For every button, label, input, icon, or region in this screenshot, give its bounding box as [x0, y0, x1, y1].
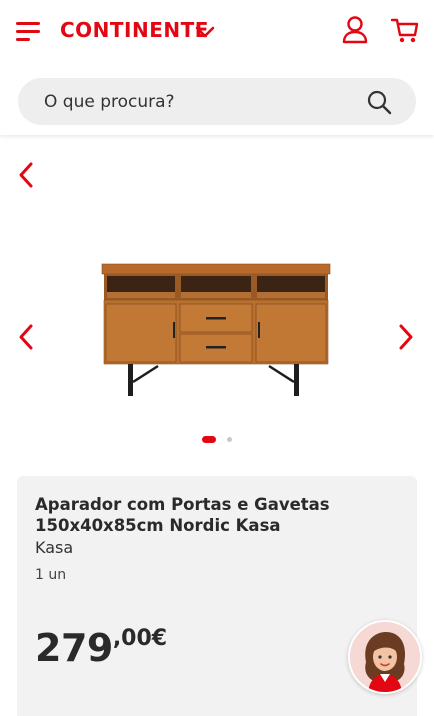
product-price: 279,00€: [35, 626, 167, 670]
sideboard-product-image: [101, 263, 331, 396]
user-icon[interactable]: [340, 15, 370, 45]
brand-logo[interactable]: CONTINENTE: [60, 18, 209, 42]
cart-icon[interactable]: [390, 15, 420, 45]
assistant-avatar-icon: [350, 622, 420, 692]
product-quantity: 1 un: [35, 567, 67, 583]
chevron-right-icon[interactable]: [392, 322, 418, 352]
product-brand[interactable]: Kasa: [35, 538, 73, 557]
assistant-avatar[interactable]: [348, 620, 422, 694]
search-bar: [18, 78, 416, 125]
chevron-left-icon[interactable]: [14, 322, 40, 352]
search-icon[interactable]: [366, 89, 392, 115]
price-decimal: ,00€: [112, 626, 168, 651]
search-input[interactable]: [44, 78, 354, 125]
top-header: CONTINENTE: [0, 0, 434, 135]
chevron-down-icon[interactable]: [193, 22, 217, 42]
carousel-dot[interactable]: [227, 437, 232, 442]
carousel-dot-active[interactable]: [202, 436, 216, 443]
price-integer: 279: [35, 626, 113, 670]
product-title: Aparador com Portas e Gavetas 150x40x85c…: [35, 495, 330, 535]
back-chevron-icon[interactable]: [14, 160, 40, 190]
menu-icon[interactable]: [16, 22, 40, 42]
